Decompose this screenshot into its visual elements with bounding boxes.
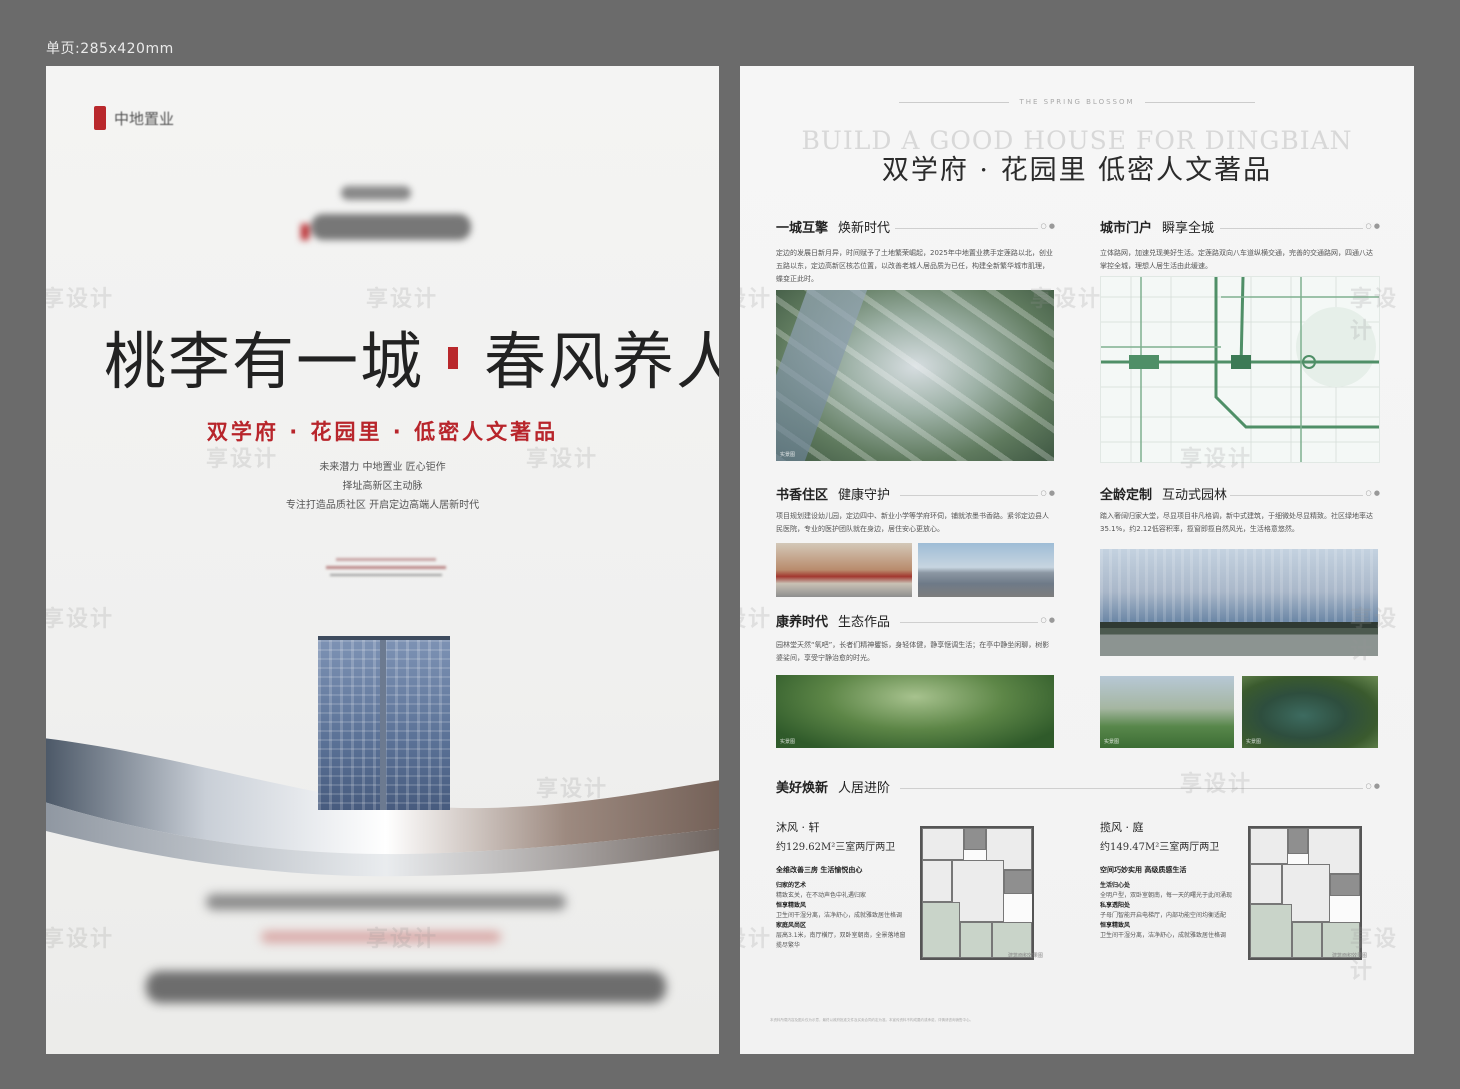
section-divider bbox=[900, 782, 1381, 790]
plan-2-name: 揽风 · 庭 bbox=[1100, 821, 1144, 834]
section-text-wellness: 园林堂天然“氧吧”，长者们精神矍铄，身轻体健，静享惬调生活；在亭中静坐闲聊，树影… bbox=[776, 641, 1050, 662]
legal-footnote: 本资料所载内容及图片仅为示意，最终以政府批准文件及买卖合同约定为准。本宣传资料不… bbox=[770, 1018, 973, 1022]
description-lines: 未来潜力 中地置业 匠心钜作 择址高新区主动脉 专注打造品质社区 开启定边高端人… bbox=[46, 458, 719, 515]
logo-wordmark: 中地置业 bbox=[114, 109, 175, 128]
plan-1-area: 约129.62M²三室两厅两卫 bbox=[776, 842, 896, 853]
plan-1-subtitle: 全维改善三房 生活愉悦由心 bbox=[776, 866, 863, 874]
plan-1-name: 沐风 · 轩 bbox=[776, 821, 820, 834]
floor-plan-2 bbox=[1248, 826, 1362, 960]
desc-line-1: 未来潜力 中地置业 匠心钜作 bbox=[319, 462, 446, 473]
watermark: 享设计 bbox=[740, 927, 773, 952]
road-network-map-graphic bbox=[1101, 277, 1379, 462]
tower-building-image bbox=[318, 636, 450, 810]
section-title-upgrade: 美好焕新 人居进阶 bbox=[776, 781, 891, 796]
red-tagline: 双学府 · 花园里 · 低密人文著品 bbox=[206, 420, 559, 444]
plan-2-features: 生活归心处 全明户型，双卧室朝南，每一天的曙光于此间涌现 私享透阳处 子母门智能开启… bbox=[1100, 882, 1233, 939]
headline-part-1: 桃李有一城 bbox=[104, 325, 425, 398]
section-text-school: 项目规划建设幼儿园，定边四中、新业小学等学府环伺，铺就浓墨书香路。紧邻定边县人民… bbox=[776, 512, 1049, 533]
school-image bbox=[776, 543, 912, 597]
plan-2-caption: 建筑面积效果图 bbox=[1332, 953, 1368, 959]
community-entrance-image bbox=[1100, 549, 1378, 656]
desc-line-3: 专注打造品质社区 开启定边高端人居新时代 bbox=[285, 500, 480, 511]
section-text-city: 定边的发展日新月异，时间赋予了土地繁荣崛起，2025年中地置业携手定莲路以北，创… bbox=[776, 249, 1053, 283]
watermark: 享设计 bbox=[740, 287, 773, 312]
section-divider bbox=[900, 616, 1056, 624]
watermark: 享设计 bbox=[46, 607, 115, 632]
watermark: 享设计 bbox=[46, 287, 115, 312]
watermark: 享设计 bbox=[1180, 772, 1253, 797]
section-text-gateway: 立体路网，加速兑现美好生活。定莲路双向八车道纵横交通，完善的交通路网，四通八达掌… bbox=[1100, 249, 1373, 270]
section-text-garden: 踏入奢阔归家大堂，尽显项目非凡格调，新中式建筑，于细微处尽显精致。社区绿地率达3… bbox=[1100, 512, 1373, 533]
logo-seal-icon bbox=[94, 106, 106, 130]
section-title-city: 一城互擎 焕新时代 bbox=[776, 221, 891, 236]
blurred-contact-footer bbox=[46, 886, 719, 1046]
section-title-gateway: 城市门户 瞬享全城 bbox=[1100, 221, 1215, 236]
plan-1-features: 归家的艺术 精致玄关，在不动声色中礼遇归家 恒享精致风 卫生间干湿分离，洁净舒心，成… bbox=[776, 882, 906, 949]
main-headline: 桃李有一城春风养人生 bbox=[104, 311, 719, 401]
section-title-garden: 全龄定制 互动式园林 bbox=[1100, 488, 1228, 503]
watermark: 享设计 bbox=[366, 287, 439, 312]
spring-blossom-label: THE SPRING BLOSSOM bbox=[740, 98, 1414, 106]
developer-logo: 中地置业 bbox=[94, 106, 174, 130]
garden-image-2: 实景图 bbox=[1242, 676, 1378, 748]
watermark: 享设计 bbox=[740, 607, 773, 632]
park-elderly-image: 实景图 bbox=[776, 675, 1054, 748]
floor-plan-1 bbox=[920, 826, 1034, 960]
plan-1-caption: 建筑面积效果图 bbox=[1008, 953, 1044, 959]
project-logo-blurred bbox=[301, 186, 481, 261]
poster-front-page: 中地置业 桃李有一城春风养人生 双学府 · 花园里 · 低密人文著品 未来潜力 … bbox=[46, 66, 719, 1054]
hospital-image bbox=[918, 543, 1054, 597]
desc-line-2: 择址高新区主动脉 bbox=[342, 481, 423, 492]
section-title-school: 书香住区 健康守护 bbox=[776, 488, 891, 503]
section-divider bbox=[1220, 222, 1381, 230]
section-divider bbox=[895, 222, 1056, 230]
section-divider bbox=[1230, 489, 1381, 497]
aerial-view-image: 实景图 bbox=[776, 290, 1054, 461]
garden-image-1: 实景图 bbox=[1100, 676, 1234, 748]
plan-2-area: 约149.47M²三室两厅两卫 bbox=[1100, 842, 1220, 853]
location-map bbox=[1100, 276, 1380, 463]
back-page-title: 双学府 · 花园里 低密人文著品 bbox=[881, 155, 1273, 186]
poster-back-page: THE SPRING BLOSSOM BUILD A GOOD HOUSE FO… bbox=[740, 66, 1414, 1054]
section-title-wellness: 康养时代 生态作品 bbox=[776, 615, 891, 630]
page-size-label: 单页:285x420mm bbox=[46, 41, 174, 57]
plan-2-subtitle: 空间巧妙实用 高级质感生活 bbox=[1100, 866, 1187, 874]
section-divider bbox=[900, 489, 1056, 497]
seal-icon bbox=[448, 346, 459, 369]
headline-part-2: 春风养人生 bbox=[484, 325, 719, 398]
signature-graphic bbox=[326, 556, 446, 578]
